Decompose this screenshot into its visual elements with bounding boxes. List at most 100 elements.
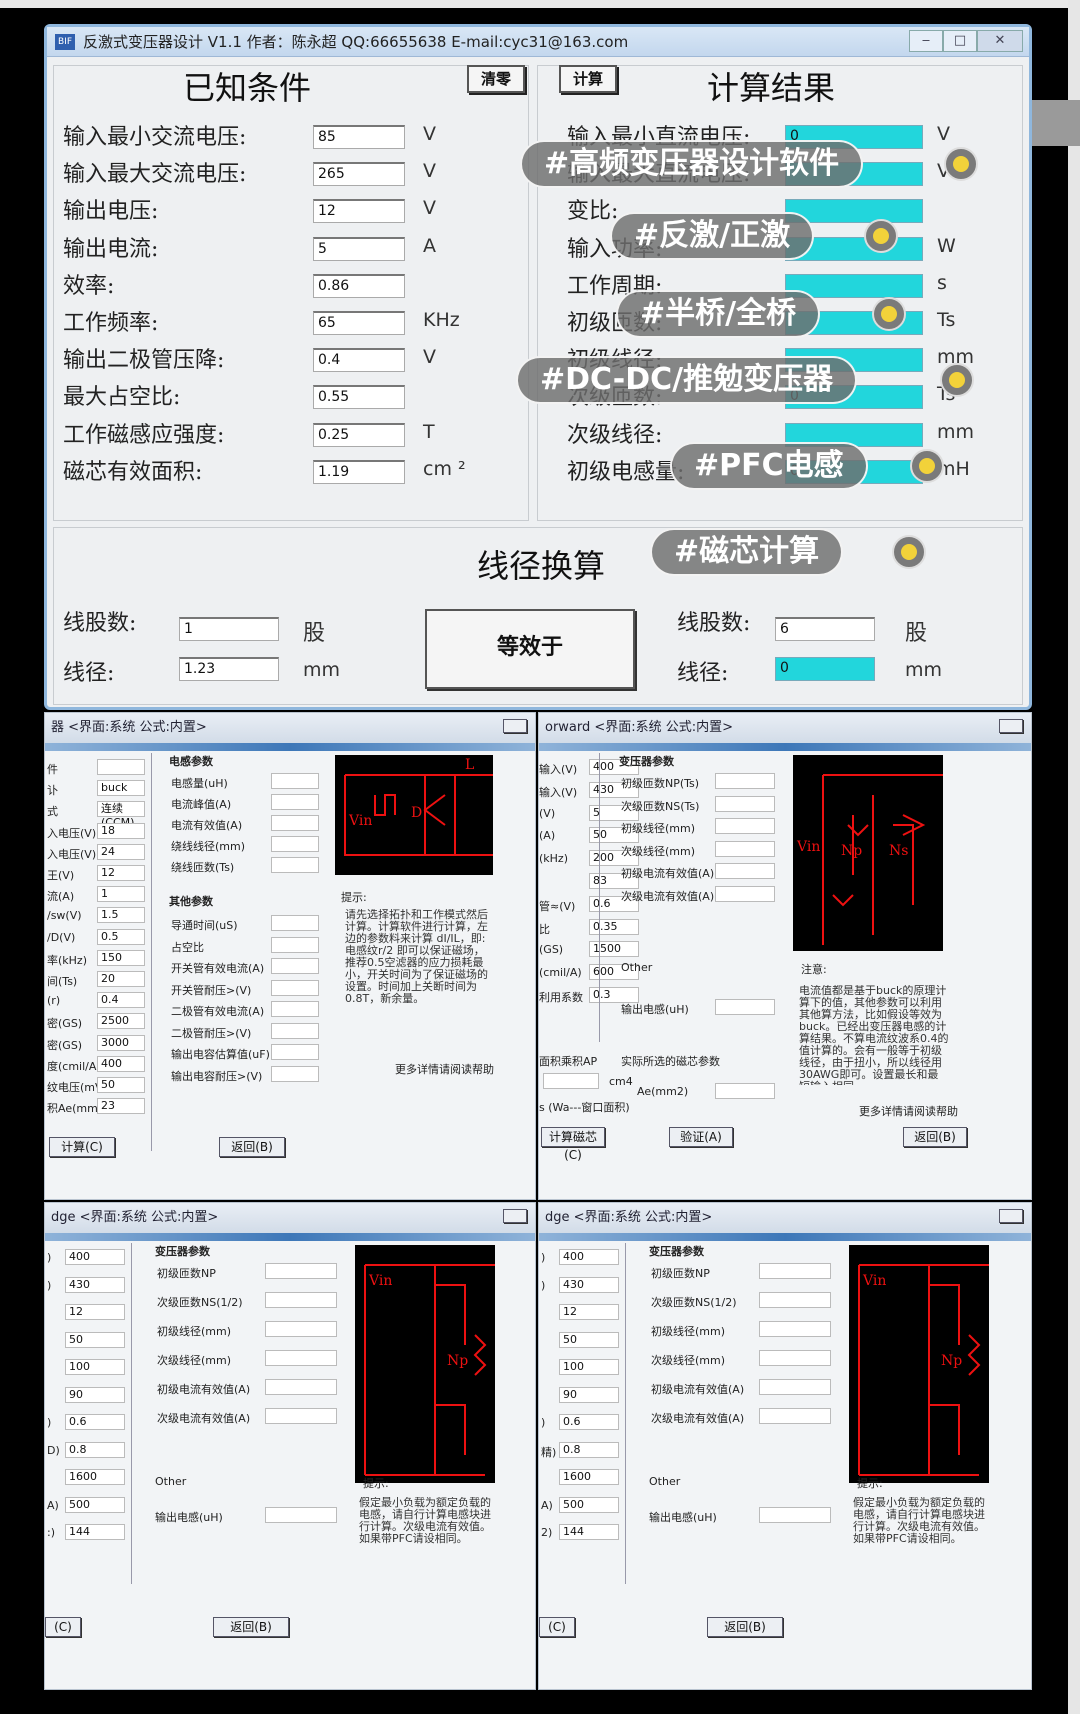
- result-unit-3: W: [937, 234, 956, 257]
- calculate-button[interactable]: 计算: [559, 65, 617, 93]
- known-input-4[interactable]: 0.86: [313, 273, 405, 298]
- param-input-2[interactable]: 12: [65, 1304, 125, 1320]
- tip-label: 提示:: [363, 1477, 389, 1490]
- param-input-4[interactable]: 24: [97, 843, 145, 860]
- param-input-10[interactable]: 20: [97, 971, 145, 987]
- param-input-7[interactable]: 0.35: [589, 918, 639, 935]
- known-label-5: 工作频率:: [63, 311, 159, 336]
- right-diameter-unit: mm: [905, 659, 943, 681]
- param-input-7[interactable]: 0.8: [65, 1441, 125, 1458]
- param-input-6[interactable]: 1: [97, 886, 145, 903]
- close-button[interactable]: ✕: [977, 30, 1023, 52]
- minimize-button[interactable]: ‒: [909, 30, 943, 52]
- back-button[interactable]: 返回(B): [903, 1127, 967, 1147]
- known-unit-9: cm ²: [423, 457, 466, 480]
- known-input-6[interactable]: 0.4: [313, 348, 405, 373]
- param-input-2[interactable]: 连续(CCM): [97, 801, 145, 829]
- known-input-0[interactable]: 85: [313, 125, 405, 149]
- calc-button[interactable]: 计算(C): [49, 1137, 115, 1157]
- calc-core-button[interactable]: 计算磁芯(C): [541, 1127, 605, 1162]
- calc-button[interactable]: (C): [45, 1617, 81, 1637]
- tag-dot-6: [892, 535, 926, 569]
- back-button[interactable]: 返回(B): [707, 1617, 783, 1637]
- output-label-0: 电感量(uH): [171, 777, 228, 790]
- param-input-6[interactable]: 0.6: [559, 1414, 619, 1430]
- param-input-1[interactable]: buck: [97, 780, 145, 797]
- other-label-6: 输出电容估算值(uF): [171, 1048, 270, 1061]
- known-input-2[interactable]: 12: [313, 199, 405, 224]
- output-field-0: [271, 773, 319, 789]
- output-label-2: 初级线径(mm): [651, 1325, 726, 1338]
- output-inductance-label: 输出电感(uH): [649, 1511, 717, 1524]
- back-button[interactable]: 返回(B): [213, 1617, 289, 1637]
- known-input-5[interactable]: 65: [313, 311, 405, 335]
- known-label-8: 工作磁感应强度:: [63, 422, 225, 448]
- param-input-12[interactable]: 2500: [97, 1013, 145, 1030]
- sub-accent-bar: [539, 743, 1031, 751]
- equivalent-button[interactable]: 等效于: [425, 609, 635, 689]
- param-input-15[interactable]: 50: [97, 1077, 145, 1093]
- sub-minimize-button[interactable]: [999, 1209, 1023, 1223]
- param-input-14[interactable]: 400: [97, 1055, 145, 1072]
- clear-button[interactable]: 清零: [467, 65, 525, 93]
- param-input-16[interactable]: 23: [97, 1098, 145, 1115]
- known-input-3[interactable]: 5: [313, 236, 405, 261]
- sub-minimize-button[interactable]: [999, 719, 1023, 733]
- known-input-9[interactable]: 1.19: [313, 459, 405, 484]
- param-input-2[interactable]: 12: [559, 1304, 619, 1320]
- param-input-5[interactable]: 90: [65, 1386, 125, 1403]
- right-strands-input[interactable]: 6: [775, 617, 875, 641]
- param-input-3[interactable]: 18: [97, 822, 145, 839]
- param-input-9[interactable]: 500: [559, 1496, 619, 1513]
- param-input-0[interactable]: 400: [559, 1249, 619, 1265]
- param-input-4[interactable]: 100: [559, 1359, 619, 1375]
- left-diameter-input[interactable]: 1.23: [179, 657, 279, 681]
- param-input-13[interactable]: 3000: [97, 1034, 145, 1051]
- verify-button[interactable]: 验证(A): [669, 1127, 733, 1147]
- param-input-3[interactable]: 50: [559, 1331, 619, 1348]
- calc-button[interactable]: (C): [539, 1617, 575, 1637]
- param-input-4[interactable]: 100: [65, 1359, 125, 1375]
- param-input-1[interactable]: 430: [559, 1276, 619, 1293]
- output-label-5: 次级电流有效值(A): [157, 1412, 251, 1425]
- output-label-3: 次级线径(mm): [621, 844, 696, 858]
- known-input-1[interactable]: 265: [313, 162, 405, 187]
- param-input-7[interactable]: 1.5: [97, 907, 145, 924]
- param-input-5[interactable]: 12: [97, 865, 145, 881]
- param-input-8[interactable]: 1500: [589, 941, 639, 958]
- param-input-1[interactable]: 430: [65, 1276, 125, 1293]
- tag-pfc-inductor: #PFC电感: [670, 442, 868, 490]
- param-label-7: 精): [541, 1445, 557, 1459]
- param-input-10[interactable]: 144: [559, 1524, 619, 1540]
- known-input-8[interactable]: 0.25: [313, 422, 405, 447]
- known-input-7[interactable]: 0.55: [313, 385, 405, 410]
- schematic-diagram: Vin Np: [355, 1245, 495, 1483]
- param-label-12: 密(GS): [47, 1017, 83, 1031]
- back-button[interactable]: 返回(B): [219, 1137, 285, 1157]
- param-input-11[interactable]: 0.4: [97, 992, 145, 1009]
- maximize-button[interactable]: □: [943, 30, 977, 52]
- output-field-0: [759, 1263, 831, 1279]
- param-input-10[interactable]: 144: [65, 1524, 125, 1540]
- left-strands-input[interactable]: 1: [179, 617, 279, 641]
- param-input-3[interactable]: 50: [65, 1331, 125, 1348]
- param-input-8[interactable]: 1600: [559, 1469, 619, 1485]
- param-input-9[interactable]: 150: [97, 949, 145, 966]
- sub-minimize-button[interactable]: [503, 719, 527, 733]
- known-unit-5: KHz: [423, 309, 460, 331]
- param-input-0[interactable]: [97, 759, 145, 775]
- schematic-vin-label: Vin: [862, 1273, 886, 1289]
- halfbridge-left-window: dge <界面:系统 公式:内置>) 400) 430 12 50 100 90) 0.6 D)…: [44, 1202, 536, 1690]
- sub-minimize-button[interactable]: [503, 1209, 527, 1223]
- known-unit-1: V: [423, 160, 436, 183]
- param-input-6[interactable]: 0.6: [65, 1414, 125, 1430]
- known-label-7: 最大占空比:: [63, 385, 181, 411]
- param-input-5[interactable]: 90: [559, 1386, 619, 1403]
- param-input-8[interactable]: 0.5: [97, 928, 145, 945]
- param-input-8[interactable]: 1600: [65, 1469, 125, 1485]
- param-input-7[interactable]: 0.8: [559, 1441, 619, 1458]
- param-input-0[interactable]: 400: [65, 1249, 125, 1265]
- buck-window: 器 <界面:系统 公式:内置>件讣buck式连续(CCM)入电压(V)18入电压…: [44, 712, 536, 1200]
- param-label-9: A): [47, 1498, 59, 1512]
- param-input-9[interactable]: 500: [65, 1496, 125, 1513]
